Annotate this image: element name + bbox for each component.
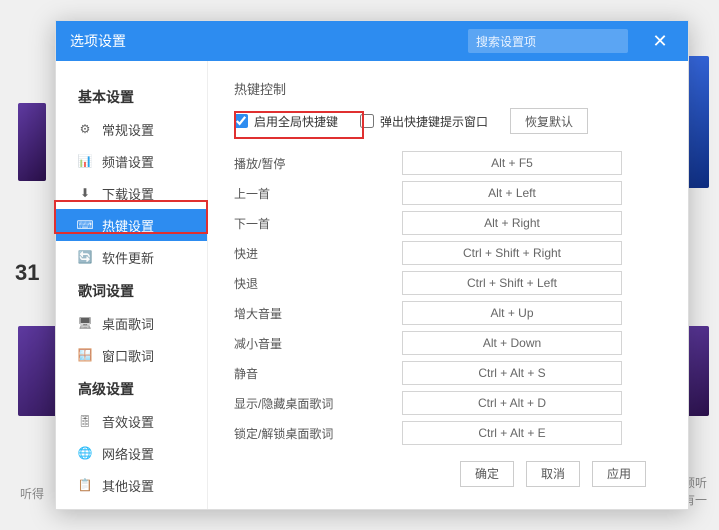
enable-global-hotkey-checkbox[interactable]: 启用全局快捷键 [234,113,338,130]
hotkey-input[interactable]: Ctrl + Alt + D [402,391,622,415]
hotkey-input[interactable]: Ctrl + Shift + Right [402,241,622,265]
sidebar-item-label: 音效设置 [102,412,154,431]
hotkey-label: 锁定/解锁桌面歌词 [234,425,402,442]
sidebar-item-icon: 📊 [78,154,92,168]
cancel-button[interactable]: 取消 [526,461,580,487]
sidebar-section-title: 基本设置 [56,79,207,113]
hotkey-input[interactable]: Ctrl + Alt + E [402,421,622,445]
popup-hint-input[interactable] [360,114,374,128]
enable-global-hotkey-input[interactable] [234,114,248,128]
sidebar-item[interactable]: ⬇ 下载设置 [56,177,207,209]
sidebar-item-icon: 🌐 [78,446,92,460]
close-button[interactable]: ✕ [646,31,674,52]
hotkey-label: 静音 [234,365,402,382]
hotkey-input[interactable]: Alt + F5 [402,151,622,175]
hotkey-row: 上一首Alt + Left [234,178,666,208]
hotkey-input[interactable]: Ctrl + Shift + Left [402,271,622,295]
sidebar-item-icon: ⌨ [78,218,92,232]
hotkey-label: 快退 [234,275,402,292]
sidebar-item-label: 常规设置 [102,120,154,139]
settings-modal: 选项设置 搜索设置项 ✕ 基本设置 ⚙ 常规设置 📊 频谱设置 ⬇ 下载设置 ⌨ 热键设置 🔄 软件… [55,20,689,510]
hotkey-list: 播放/暂停Alt + F5上一首Alt + Left下一首Alt + Right… [234,148,666,449]
hotkey-label: 快进 [234,245,402,262]
hotkey-row: 减小音量Alt + Down [234,328,666,358]
search-input[interactable]: 搜索设置项 [468,29,628,53]
modal-title: 选项设置 [70,31,126,51]
sidebar: 基本设置 ⚙ 常规设置 📊 频谱设置 ⬇ 下载设置 ⌨ 热键设置 🔄 软件更新歌词设置 🖥 桌面歌词 🪟 窗… [56,61,208,509]
enable-global-hotkey-label: 启用全局快捷键 [254,113,338,130]
hotkey-row: 快进Ctrl + Shift + Right [234,238,666,268]
hotkey-row: 锁定/解锁桌面歌词Ctrl + Alt + E [234,418,666,448]
bg-caption-left: 听得 [20,485,44,502]
sidebar-item-icon: ⚙ [78,122,92,136]
search-placeholder: 搜索设置项 [476,33,536,50]
sidebar-item-label: 软件更新 [102,248,154,267]
hotkey-label: 上一首 [234,185,402,202]
hotkey-row: 显示/隐藏桌面歌词Ctrl + Alt + D [234,388,666,418]
sidebar-item[interactable]: ⚙ 常规设置 [56,113,207,145]
hotkey-row: 静音Ctrl + Alt + S [234,358,666,388]
sidebar-item-label: 网络设置 [102,444,154,463]
section-title: 热键控制 [234,79,666,98]
sidebar-item[interactable]: 📊 频谱设置 [56,145,207,177]
sidebar-item-icon: 📋 [78,478,92,492]
sidebar-item-label: 桌面歌词 [102,314,154,333]
hotkey-row: 下一首Alt + Right [234,208,666,238]
hotkey-label: 增大音量 [234,305,402,322]
sidebar-section-title: 歌词设置 [56,273,207,307]
sidebar-item-icon: ⬇ [78,186,92,200]
popup-hint-label: 弹出快捷键提示窗口 [380,113,488,130]
hotkey-label: 播放/暂停 [234,155,402,172]
bg-number: 31 [15,260,39,286]
apply-button[interactable]: 应用 [592,461,646,487]
main-panel: 热键控制 启用全局快捷键 弹出快捷键提示窗口 恢复默认 播放/暂停Alt + F… [208,61,688,509]
sidebar-item-icon: 🪟 [78,348,92,362]
hotkey-label: 减小音量 [234,335,402,352]
sidebar-item[interactable]: 🌐 网络设置 [56,437,207,469]
sidebar-item[interactable]: 🪟 窗口歌词 [56,339,207,371]
hotkey-row: 增大音量Alt + Up [234,298,666,328]
restore-default-button[interactable]: 恢复默认 [510,108,588,134]
hotkey-input[interactable]: Alt + Up [402,301,622,325]
sidebar-item-label: 窗口歌词 [102,346,154,365]
hotkey-label: 显示/隐藏桌面歌词 [234,395,402,412]
hotkey-input[interactable]: Alt + Left [402,181,622,205]
sidebar-item-label: 频谱设置 [102,152,154,171]
sidebar-item-label: 下载设置 [102,184,154,203]
hotkey-row: 播放/暂停Alt + F5 [234,148,666,178]
sidebar-item[interactable]: ⌨ 热键设置 [56,209,207,241]
modal-footer: 确定 取消 应用 [234,449,666,497]
hotkey-input[interactable]: Alt + Right [402,211,622,235]
sidebar-item-icon: 🔄 [78,250,92,264]
sidebar-item[interactable]: 🖥 桌面歌词 [56,307,207,339]
sidebar-item-icon: 🎚 [78,414,92,428]
sidebar-item-label: 热键设置 [102,216,154,235]
hotkey-input[interactable]: Alt + Down [402,331,622,355]
modal-header: 选项设置 搜索设置项 ✕ [56,21,688,61]
sidebar-item[interactable]: 🎚 音效设置 [56,405,207,437]
sidebar-item-label: 其他设置 [102,476,154,495]
hotkey-label: 下一首 [234,215,402,232]
popup-hint-checkbox[interactable]: 弹出快捷键提示窗口 [360,113,488,130]
sidebar-section-title: 高级设置 [56,371,207,405]
sidebar-item-icon: 🖥 [78,316,92,330]
sidebar-item[interactable]: 🔄 软件更新 [56,241,207,273]
hotkey-input[interactable]: Ctrl + Alt + S [402,361,622,385]
hotkey-row: 快退Ctrl + Shift + Left [234,268,666,298]
ok-button[interactable]: 确定 [460,461,514,487]
sidebar-item[interactable]: 📋 其他设置 [56,469,207,501]
